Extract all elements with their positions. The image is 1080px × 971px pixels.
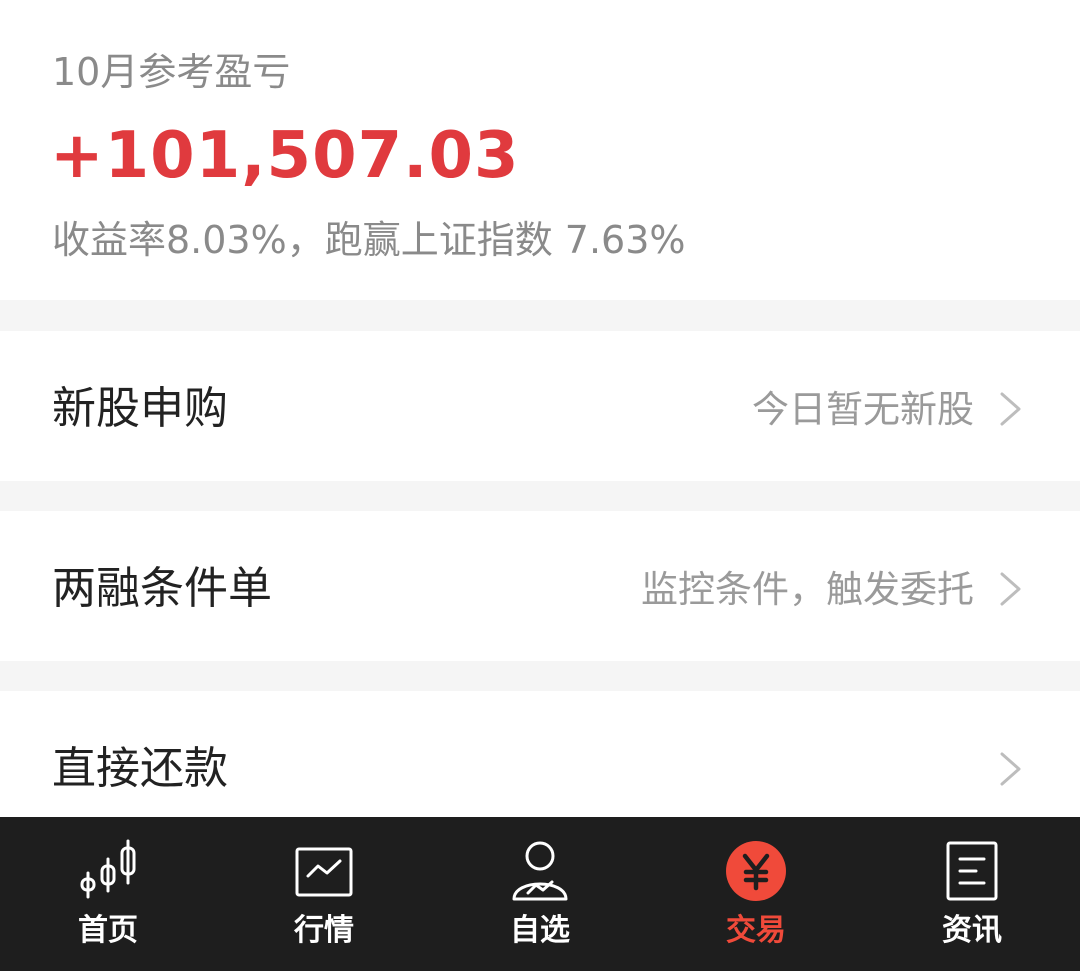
- tab-label: 首页: [78, 913, 138, 948]
- chevron-right-icon: [1000, 572, 1021, 606]
- tab-news[interactable]: 资讯: [864, 817, 1080, 971]
- candlestick-chart-icon: [80, 839, 136, 899]
- tab-label: 资讯: [942, 913, 1002, 948]
- monthly-pnl-card: 10月参考盈亏 +101,507.03 收益率8.03%，跑赢上证指数 7.63…: [0, 0, 1080, 300]
- tab-label: 行情: [294, 913, 354, 948]
- row-title: 直接还款: [52, 743, 228, 794]
- row-margin-conditional-order[interactable]: 两融条件单 监控条件，触发委托: [0, 511, 1080, 661]
- pnl-return-subtitle: 收益率8.03%，跑赢上证指数 7.63%: [52, 218, 686, 262]
- bottom-tab-bar: 首页 行情 自选 交易 资讯: [0, 817, 1080, 971]
- line-chart-icon: [295, 847, 353, 897]
- tab-watchlist[interactable]: 自选: [432, 817, 648, 971]
- row-hint: 今日暂无新股: [752, 388, 974, 431]
- document-icon: [946, 841, 998, 901]
- row-direct-repayment[interactable]: 直接还款: [0, 691, 1080, 817]
- row-hint: 监控条件，触发委托: [641, 568, 974, 611]
- chevron-right-icon: [1000, 392, 1021, 426]
- row-title: 新股申购: [52, 383, 228, 434]
- row-title: 两融条件单: [52, 563, 272, 614]
- tab-label: 自选: [510, 913, 570, 948]
- yen-icon: [726, 841, 786, 901]
- pnl-value: +101,507.03: [50, 119, 520, 193]
- tab-market[interactable]: 行情: [216, 817, 432, 971]
- tab-trade[interactable]: 交易: [648, 817, 864, 971]
- tab-home[interactable]: 首页: [0, 817, 216, 971]
- chevron-right-icon: [1000, 752, 1021, 786]
- user-chart-icon: [512, 841, 568, 901]
- row-ipo-subscription[interactable]: 新股申购 今日暂无新股: [0, 331, 1080, 481]
- tab-label: 交易: [726, 913, 786, 948]
- pnl-label: 10月参考盈亏: [52, 50, 291, 94]
- trading-screen: 10月参考盈亏 +101,507.03 收益率8.03%，跑赢上证指数 7.63…: [0, 0, 1080, 971]
